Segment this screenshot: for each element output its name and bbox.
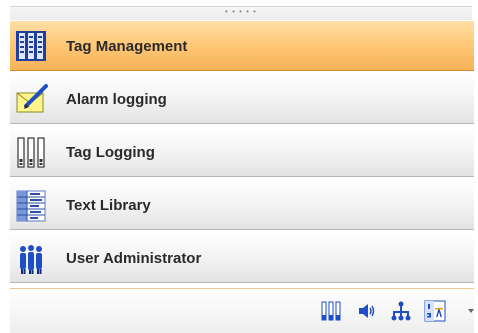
nav-item-label: Tag Management [66,38,188,55]
speaker-icon[interactable] [356,300,378,322]
nav-item-user-administrator[interactable]: User Administrator [10,232,474,283]
nav-item-label: Tag Logging [66,144,155,161]
nav-item-label: User Administrator [66,250,202,267]
bottom-toolbar [10,288,474,333]
nav-item-tag-management[interactable]: Tag Management [10,20,474,71]
resize-grip[interactable]: • • • • • [10,6,472,20]
network-icon[interactable] [390,300,412,322]
navigation-panel: • • • • • Tag Management Alarm logging T… [0,0,478,333]
tag-logging-small-icon[interactable] [320,300,342,322]
alarm-logging-icon [16,84,48,114]
nav-item-text-library[interactable]: Text Library [10,179,474,230]
nav-item-label: Alarm logging [66,91,167,108]
nav-item-label: Text Library [66,197,151,214]
text-library-icon [16,190,46,222]
grip-dots: • • • • • [225,7,257,16]
tag-logging-icon [16,137,46,168]
tag-management-icon [16,31,46,61]
nav-item-tag-logging[interactable]: Tag Logging [10,126,474,177]
user-administrator-icon [16,243,46,274]
chevron-down-icon[interactable] [468,309,474,313]
ordered-list-icon[interactable] [424,300,446,322]
nav-item-alarm-logging[interactable]: Alarm logging [10,73,474,124]
